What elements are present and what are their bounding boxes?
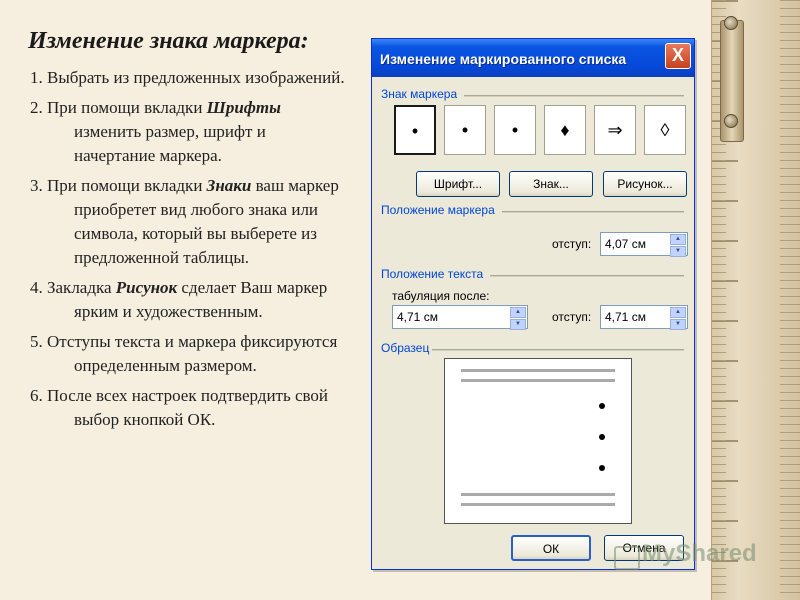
arrow-down-icon[interactable]: ▼ <box>670 246 686 257</box>
spinner-arrows[interactable]: ▲ ▼ <box>670 234 686 257</box>
sample-preview <box>444 358 632 524</box>
step-number: 6. <box>30 386 43 405</box>
marker-indent-label: отступ: <box>552 237 592 251</box>
watermark: MyShared <box>642 540 757 567</box>
step-number: 1. <box>30 68 43 87</box>
preview-line <box>461 369 615 372</box>
arrow-up-icon[interactable]: ▲ <box>510 307 526 318</box>
marker-indent-spinner[interactable]: 4,07 см ▲ ▼ <box>600 232 688 257</box>
arrow-down-icon[interactable]: ▼ <box>670 319 686 330</box>
bullet-glyph: ◊ <box>660 120 670 140</box>
text-indent-spinner[interactable]: 4,71 см ▲ ▼ <box>600 305 688 330</box>
marker-position-label: Положение маркера <box>381 203 495 217</box>
bullet-glyph: • <box>511 120 519 140</box>
step-item: 2. При помощи вкладки Шрифты изменить ра… <box>30 96 350 168</box>
group-divider <box>490 275 684 277</box>
step-text: Отступы текста и маркера фиксируются опр… <box>47 332 338 375</box>
group-divider <box>502 211 684 213</box>
preview-bullet <box>599 465 605 471</box>
step-text: При помощи вкладки <box>47 98 207 117</box>
preview-bullet <box>599 434 605 440</box>
picture-button[interactable]: Рисунок... <box>603 171 687 197</box>
close-button[interactable]: X <box>665 43 691 69</box>
steps-list: 1. Выбрать из предложенных изображений. … <box>30 66 350 438</box>
screw-icon <box>724 16 738 30</box>
ruler-decoration <box>711 0 800 600</box>
marker-indent-value: 4,07 см <box>605 237 646 251</box>
marker-group-label: Знак маркера <box>381 87 458 101</box>
step-item: 3. При помощи вкладки Знаки ваш маркер п… <box>30 174 350 270</box>
preview-line <box>461 503 615 506</box>
marker-option[interactable]: • <box>494 105 536 155</box>
step-text: После всех настроек подтвердить свой выб… <box>47 386 329 429</box>
marker-option[interactable]: • <box>394 105 436 155</box>
step-text-tail: изменить размер, шрифт и начертание марк… <box>74 122 266 165</box>
cart-icon <box>614 546 640 570</box>
tab-after-value: 4,71 см <box>397 310 438 324</box>
screw-icon <box>724 114 738 128</box>
dialog-title: Изменение маркированного списка <box>380 51 627 67</box>
step-item: 6. После всех настроек подтвердить свой … <box>30 384 350 432</box>
tab-after-spinner[interactable]: 4,71 см ▲ ▼ <box>392 305 528 330</box>
font-button[interactable]: Шрифт... <box>416 171 500 197</box>
marker-option[interactable]: • <box>444 105 486 155</box>
slide-title: Изменение знака маркера: <box>28 28 309 54</box>
bulleted-list-dialog: Изменение маркированного списка X Знак м… <box>371 38 695 570</box>
arrow-up-icon[interactable]: ▲ <box>670 234 686 245</box>
spinner-arrows[interactable]: ▲ ▼ <box>670 307 686 330</box>
step-number: 5. <box>30 332 43 351</box>
step-highlight: Рисунок <box>115 278 178 297</box>
step-item: 4. Закладка Рисунок сделает Ваш маркер я… <box>30 276 350 324</box>
step-text: Закладка <box>47 278 116 297</box>
text-indent-label: отступ: <box>552 310 592 324</box>
text-position-label: Положение текста <box>381 267 484 281</box>
bullet-glyph: ♦ <box>560 120 570 140</box>
step-item: 5. Отступы текста и маркера фиксируются … <box>30 330 350 378</box>
step-highlight: Знаки <box>206 176 252 195</box>
step-highlight: Шрифты <box>206 98 281 117</box>
arrow-up-icon[interactable]: ▲ <box>670 307 686 318</box>
marker-option[interactable]: ◊ <box>644 105 686 155</box>
dialog-titlebar[interactable]: Изменение маркированного списка X <box>372 39 694 77</box>
preview-line <box>461 379 615 382</box>
tab-after-label: табуляция после: <box>392 289 490 303</box>
group-divider <box>464 95 684 97</box>
bullet-glyph: • <box>411 121 419 141</box>
preview-bullet <box>599 403 605 409</box>
sample-label: Образец <box>381 341 430 355</box>
group-divider <box>432 349 684 351</box>
preview-line <box>461 493 615 496</box>
spinner-arrows[interactable]: ▲ ▼ <box>510 307 526 330</box>
bullet-glyph: • <box>461 120 469 140</box>
step-number: 2. <box>30 98 43 117</box>
step-number: 4. <box>30 278 43 297</box>
step-item: 1. Выбрать из предложенных изображений. <box>30 66 350 90</box>
step-text: При помощи вкладки <box>47 176 207 195</box>
step-number: 3. <box>30 176 43 195</box>
char-button[interactable]: Знак... <box>509 171 593 197</box>
step-text: Выбрать из предложенных изображений. <box>47 68 345 87</box>
marker-option[interactable]: ⇒ <box>594 105 636 155</box>
bullet-glyph: ⇒ <box>607 120 623 140</box>
arrow-down-icon[interactable]: ▼ <box>510 319 526 330</box>
ok-button[interactable]: ОК <box>511 535 591 561</box>
marker-option[interactable]: ♦ <box>544 105 586 155</box>
text-indent-value: 4,71 см <box>605 310 646 324</box>
ruler-ticks-right <box>780 0 800 600</box>
